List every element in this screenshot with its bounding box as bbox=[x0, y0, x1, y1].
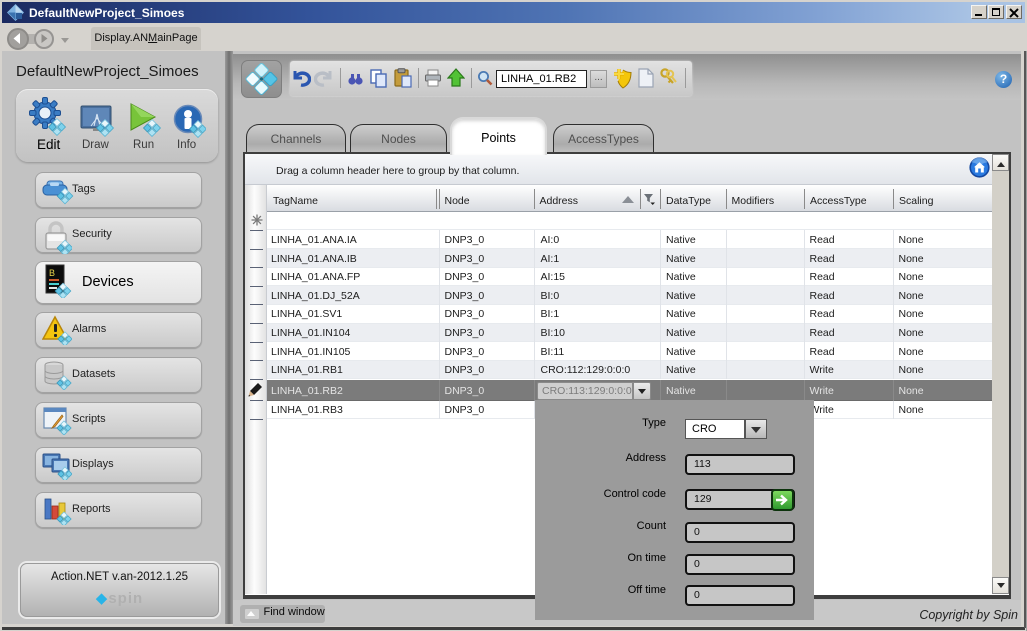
svg-text:B: B bbox=[49, 268, 55, 278]
